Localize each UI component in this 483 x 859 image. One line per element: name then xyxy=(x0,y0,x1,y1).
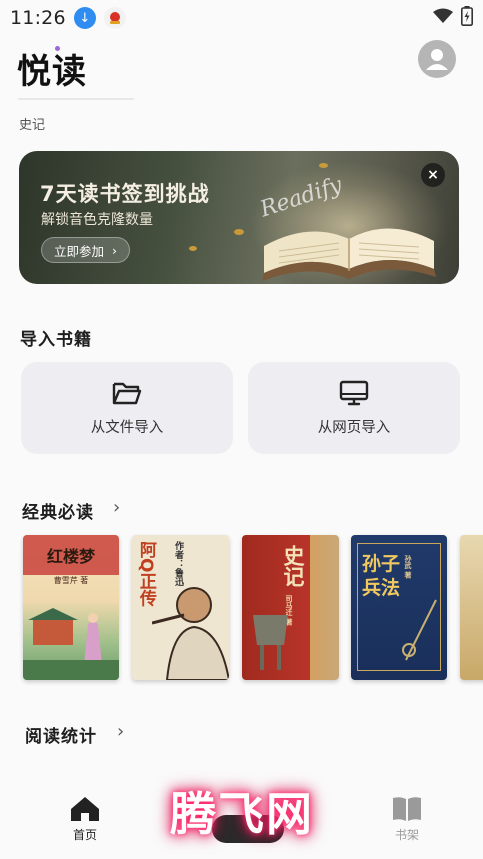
bookshelf-icon xyxy=(393,797,421,821)
last-read-book[interactable]: 史记 xyxy=(19,114,45,133)
user-icon xyxy=(426,49,448,70)
book-illustration xyxy=(253,615,288,670)
status-bar: 11:26 ↓ xyxy=(0,0,483,36)
monitor-icon xyxy=(339,380,369,405)
nav-item-home[interactable]: 首页 xyxy=(70,796,100,843)
title-accent-dot xyxy=(55,46,60,51)
chevron-right-icon: › xyxy=(112,242,118,258)
leaf-decoration xyxy=(189,246,197,251)
home-icon xyxy=(71,797,99,821)
classics-section-title[interactable]: 经典必读 xyxy=(22,498,94,523)
join-now-button[interactable]: 立即参加 › xyxy=(41,237,131,263)
book-cover-sunzi[interactable]: 孙子兵法 孙武 著 xyxy=(351,535,447,680)
app-notification-icon xyxy=(103,7,126,29)
challenge-banner[interactable]: Readify 7天读书签到挑战 解锁音色克隆数量 立即参加 › × xyxy=(19,151,459,284)
book-title: 孙子兵法 xyxy=(361,553,400,599)
book-author: 孙武 著 xyxy=(404,555,412,579)
download-icon: ↓ xyxy=(73,7,96,29)
book-title: 红楼梦 xyxy=(46,547,95,566)
import-from-web-button[interactable]: 从网页导入 xyxy=(248,362,460,454)
book-cover-hongloumeng[interactable]: 红楼梦 曹雪芹 著 xyxy=(23,535,119,680)
book-author: 曹雪芹 著 xyxy=(53,576,89,585)
import-from-file-button[interactable]: 从文件导入 xyxy=(21,362,233,454)
nav-item-bookshelf[interactable]: 书架 xyxy=(392,796,422,843)
chevron-right-icon[interactable]: › xyxy=(113,497,120,518)
book-cover-aq[interactable]: 阿Q正传 作者：鲁迅 xyxy=(132,535,229,680)
book-title: 史记 xyxy=(281,545,305,587)
book-illustration xyxy=(152,587,229,680)
banner-title: 7天读书签到挑战 xyxy=(40,182,210,206)
nav-label-home: 首页 xyxy=(72,828,97,842)
book-cover-partial[interactable] xyxy=(460,535,483,680)
leaf-decoration xyxy=(319,163,328,168)
wifi-icon xyxy=(433,8,453,28)
watermark: 腾飞网 xyxy=(170,787,314,841)
leaf-decoration xyxy=(234,229,244,235)
app-title: 悦读 xyxy=(17,52,87,92)
chevron-right-icon[interactable]: › xyxy=(117,721,124,742)
nav-label-bookshelf: 书架 xyxy=(394,828,419,842)
import-from-file-label: 从文件导入 xyxy=(90,419,164,436)
folder-icon xyxy=(112,382,142,404)
book-illustration xyxy=(23,608,119,680)
book-cover-shiji[interactable]: 史记 司马迁 著 xyxy=(242,535,339,680)
banner-subtitle: 解锁音色克隆数量 xyxy=(41,212,153,228)
close-icon[interactable]: × xyxy=(421,163,445,187)
import-section-title: 导入书籍 xyxy=(20,330,92,350)
avatar[interactable] xyxy=(418,40,456,78)
status-time: 11:26 xyxy=(10,7,66,29)
book-illustration xyxy=(402,599,437,661)
join-now-label: 立即参加 xyxy=(54,243,105,259)
stats-section-title[interactable]: 阅读统计 xyxy=(25,722,97,747)
header-divider xyxy=(18,98,134,100)
battery-icon xyxy=(461,6,473,30)
import-from-web-label: 从网页导入 xyxy=(317,419,391,436)
